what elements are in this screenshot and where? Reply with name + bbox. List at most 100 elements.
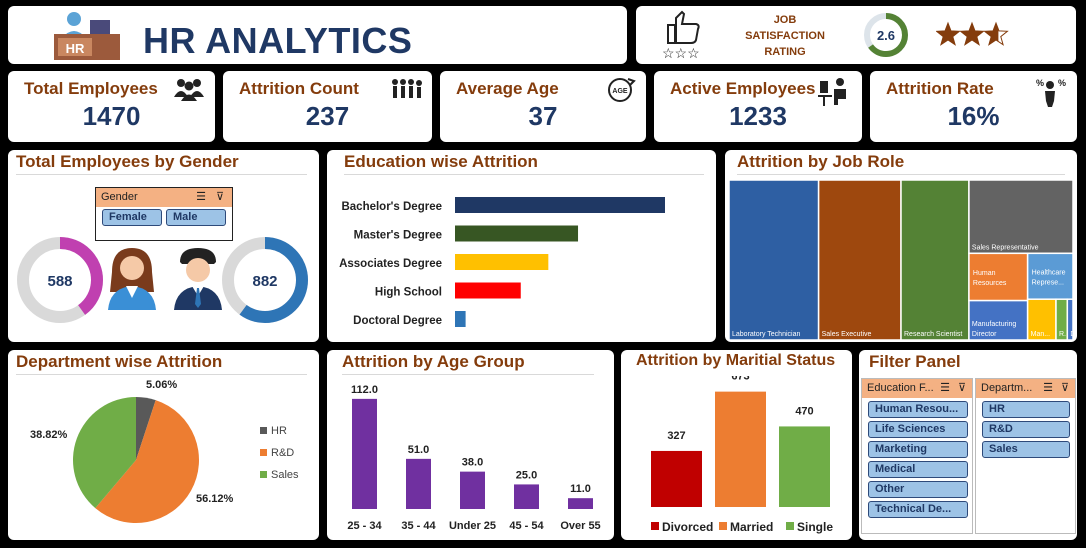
bar-data-label: 470	[795, 405, 813, 417]
education-bar	[455, 225, 579, 242]
hr-logo-icon: HR	[54, 12, 120, 60]
age-group-card: Attrition by Age Group 112.0 25 - 34 51.0 3…	[327, 350, 614, 540]
education-bar-chart: Bachelor's Degree Master's Degree Associat…	[339, 197, 665, 327]
section-title: Total Employees by Gender	[16, 152, 239, 171]
education-bar	[455, 282, 521, 299]
age-up-icon: AGE	[608, 78, 636, 102]
bar-category-label: High School	[375, 287, 442, 299]
gender-card: Total Employees by Gender Gender ☰ ⊽ Fem…	[8, 150, 319, 342]
multi-select-icon[interactable]: ☰	[196, 188, 206, 206]
bar-data-label: 112.0	[351, 384, 378, 396]
svg-text:☆☆☆: ☆☆☆	[662, 45, 700, 60]
slicer-option-male[interactable]: Male	[166, 209, 226, 226]
svg-text:%: %	[1036, 78, 1044, 88]
kpi-label: Active Employees	[670, 79, 816, 98]
treemap-label: Man...	[1031, 331, 1051, 338]
job-role-card: Attrition by Job Role Laboratory Technic…	[725, 150, 1077, 342]
bar-category-label: 25 - 34	[347, 520, 382, 532]
treemap-label: Manufacturing	[972, 321, 1016, 328]
percent-person-icon: % %	[1036, 78, 1066, 107]
clear-filter-icon[interactable]: ⊽	[216, 188, 224, 206]
slicer-option-female[interactable]: Female	[102, 209, 162, 226]
treemap-label: Research Scientist	[904, 331, 962, 338]
slicer-header: Departm... ☰ ⊽	[976, 379, 1075, 398]
clear-filter-icon[interactable]: ⊽	[958, 379, 966, 397]
satisfaction-value: 2.6	[877, 28, 895, 43]
satisfaction-gauge: 2.6	[864, 13, 908, 57]
kpi-value: 37	[528, 101, 558, 131]
slicer-option[interactable]: Other	[868, 481, 968, 498]
slicer-option[interactable]: HR	[982, 401, 1070, 418]
slicer-option[interactable]: Life Sciences	[868, 421, 968, 438]
people-leaving-icon	[392, 79, 422, 98]
education-bar	[455, 197, 665, 213]
people-group-icon	[174, 79, 204, 101]
treemap-label: Resources	[973, 280, 1007, 287]
bar-category-label: 45 - 54	[509, 520, 544, 532]
female-count: 588	[47, 273, 72, 290]
marital-bar	[651, 450, 702, 507]
bar-category-label: Over 55	[560, 520, 600, 532]
slicer-option[interactable]: Human Resou...	[868, 401, 968, 418]
slicer-option[interactable]: R&D	[982, 421, 1070, 438]
legend-label: R&D	[271, 447, 294, 459]
section-title: Attrition by Age Group	[342, 352, 525, 371]
slicer-option[interactable]: Technical De...	[868, 501, 968, 518]
treemap-label: Sales Representative	[972, 244, 1039, 251]
multi-select-icon[interactable]: ☰	[1043, 379, 1053, 397]
marital-status-card: Attrition by Maritial Status 327 673 470 Di…	[621, 350, 852, 540]
slicer-option[interactable]: Marketing	[868, 441, 968, 458]
bar-category-label: Under 25	[449, 520, 496, 532]
treemap-cell	[900, 180, 970, 340]
treemap-cell	[817, 180, 902, 340]
age-bar	[514, 484, 539, 509]
kpi-label: Total Employees	[24, 79, 158, 98]
bar-category-label: Master's Degree	[354, 230, 442, 242]
pie-data-label: 56.12%	[196, 493, 234, 505]
clear-filter-icon[interactable]: ⊽	[1061, 379, 1069, 397]
age-bar	[352, 398, 377, 509]
bar-data-label: 25.0	[516, 469, 537, 481]
bar-data-label: 38.0	[462, 457, 483, 469]
kpi-attrition-count: Attrition Count 237	[223, 71, 432, 142]
satisfaction-card: ☆☆☆ JOB SATISFACTION RATING 2.6	[636, 6, 1076, 64]
star-fill	[960, 23, 984, 45]
treemap-cell	[968, 180, 1073, 255]
kpi-value: 1470	[82, 101, 141, 131]
education-slicer: Education F... ☰ ⊽ Human Resou... Life S…	[861, 378, 973, 534]
multi-select-icon[interactable]: ☰	[940, 379, 950, 397]
pie-data-label: 5.06%	[146, 379, 177, 391]
kpi-label: Average Age	[456, 79, 559, 98]
bar-data-label: 51.0	[408, 444, 429, 456]
treemap-label: Director	[972, 331, 997, 338]
treemap-label: D...	[1070, 331, 1073, 338]
section-title: Filter Panel	[869, 352, 961, 371]
legend-label: Divorced	[662, 520, 713, 534]
bar-category-label: 35 - 44	[401, 520, 436, 532]
kpi-label: Attrition Rate	[886, 79, 994, 98]
section-title: Education wise Attrition	[344, 152, 538, 171]
treemap-label: Represe...	[1032, 279, 1064, 286]
bar-category-label: Bachelor's Degree	[341, 201, 442, 213]
education-bar	[455, 311, 466, 327]
kpi-active-employees: Active Employees 1233	[654, 71, 862, 142]
svg-text:%: %	[1058, 78, 1066, 88]
satisfaction-label: JOB SATISFACTION RATING	[745, 14, 825, 58]
slicer-option[interactable]: Sales	[982, 441, 1070, 458]
treemap-label: Laboratory Technician	[732, 331, 800, 338]
age-bar	[460, 471, 485, 509]
male-count: 882	[252, 273, 277, 290]
department-pie-chart: 5.06% 56.12% 38.82% HR R&D Sales	[30, 379, 299, 523]
legend-label: HR	[271, 425, 287, 437]
svg-text:AGE: AGE	[612, 88, 628, 95]
education-attrition-card: Education wise Attrition Bachelor's Degr…	[327, 150, 716, 342]
legend-swatch	[260, 449, 267, 456]
marital-bar	[715, 391, 766, 507]
legend-swatch	[786, 522, 794, 530]
kpi-total-employees: Total Employees 1470	[8, 71, 215, 142]
filter-panel: Filter Panel Education F... ☰ ⊽ Human Re…	[859, 350, 1077, 540]
slicer-option[interactable]: Medical	[868, 461, 968, 478]
gender-donuts: 588 882	[17, 237, 308, 323]
pie-data-label: 38.82%	[30, 429, 68, 441]
education-bar	[455, 254, 549, 270]
